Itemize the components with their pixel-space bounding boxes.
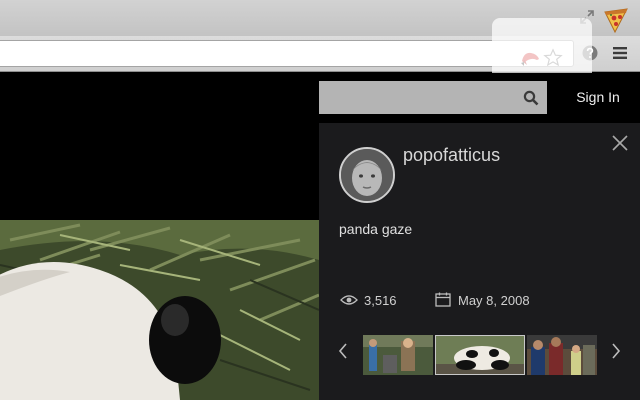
date-taken: May 8, 2008 [458, 293, 530, 308]
eye-icon [340, 295, 358, 305]
filmstrip-thumbnail[interactable] [527, 335, 597, 375]
fullscreen-icon[interactable] [579, 9, 595, 25]
pizza-extension-icon[interactable] [601, 4, 631, 34]
panda-photo-image [0, 220, 319, 400]
help-icon[interactable] [582, 45, 598, 61]
photo-info-panel: popofatticus panda gaze 3,516 May 8, 200… [319, 123, 640, 400]
bookmark-star-icon[interactable] [543, 48, 563, 68]
thumbnail-image [436, 336, 524, 374]
photo-page: Sign In popofatticus panda gaze 3,516 Ma… [0, 73, 640, 400]
calendar-icon [435, 292, 451, 307]
filmstrip-thumbnail-selected[interactable] [435, 335, 525, 375]
chevron-right-icon[interactable] [611, 342, 621, 360]
owner-avatar[interactable] [339, 147, 395, 203]
menu-icon[interactable] [612, 46, 628, 60]
address-bar[interactable] [0, 40, 574, 67]
search-input[interactable] [319, 81, 547, 114]
red-extension-icon[interactable] [519, 49, 541, 67]
chevron-left-icon[interactable] [338, 342, 348, 360]
browser-toolbar [0, 36, 640, 72]
thumbnail-image [527, 335, 597, 375]
thumbnail-image [363, 335, 433, 375]
photo-title: panda gaze [339, 221, 413, 237]
view-count: 3,516 [364, 293, 397, 308]
sign-in-link[interactable]: Sign In [559, 81, 637, 114]
close-icon[interactable] [610, 133, 630, 153]
owner-username[interactable]: popofatticus [403, 145, 500, 166]
search-icon[interactable] [523, 90, 539, 106]
browser-titlebar [0, 0, 640, 36]
main-photo[interactable] [0, 220, 319, 400]
filmstrip-thumbnail[interactable] [363, 335, 433, 375]
avatar-image [341, 149, 393, 201]
